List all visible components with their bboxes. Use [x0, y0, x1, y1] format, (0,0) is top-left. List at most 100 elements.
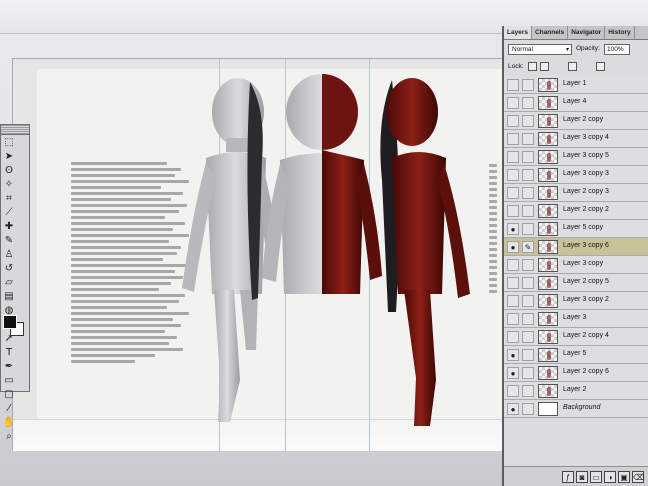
- visibility-eye-icon[interactable]: [507, 151, 519, 163]
- visibility-eye-icon[interactable]: [507, 205, 519, 217]
- move-icon[interactable]: ➤: [2, 150, 16, 164]
- adjustment-layer-icon[interactable]: ◑: [604, 471, 616, 483]
- tab-history[interactable]: History: [605, 26, 635, 39]
- visibility-eye-icon[interactable]: [507, 385, 519, 397]
- brush-icon[interactable]: ✎: [2, 234, 16, 248]
- magic-wand-icon[interactable]: ✧: [2, 178, 16, 192]
- visibility-eye-icon[interactable]: [507, 331, 519, 343]
- layer-row[interactable]: Layer 4: [504, 94, 648, 112]
- layer-row[interactable]: Layer 3 copy 5: [504, 148, 648, 166]
- tab-channels[interactable]: Channels: [532, 26, 569, 39]
- text-line: [71, 246, 181, 249]
- tools-palette-titlebar[interactable]: [1, 125, 29, 135]
- visibility-eye-icon[interactable]: [507, 313, 519, 325]
- tab-layers[interactable]: Layers: [504, 26, 532, 39]
- slice-icon[interactable]: ⟋: [2, 206, 16, 220]
- visibility-eye-icon[interactable]: ●: [507, 403, 519, 415]
- visibility-eye-icon[interactable]: ●: [507, 367, 519, 379]
- tab-navigator[interactable]: Navigator: [568, 26, 606, 39]
- layer-row[interactable]: Layer 1: [504, 76, 648, 94]
- link-brush-icon[interactable]: [522, 97, 534, 109]
- layer-row[interactable]: Layer 2 copy 4: [504, 328, 648, 346]
- tools-palette: ⬚➤ʘ✧⌗⟋✚✎♙↺▱▤◍◐➚T✒▭▢⁄✋⌕: [0, 124, 30, 442]
- layer-row[interactable]: ● Background: [504, 400, 648, 418]
- layer-row[interactable]: ● Layer 2 copy 6: [504, 364, 648, 382]
- link-brush-icon[interactable]: [522, 367, 534, 379]
- link-brush-icon[interactable]: [522, 169, 534, 181]
- link-brush-icon[interactable]: [522, 151, 534, 163]
- mask-icon[interactable]: ◙: [576, 471, 588, 483]
- visibility-eye-icon[interactable]: ●: [507, 349, 519, 361]
- new-layer-icon[interactable]: ▣: [618, 471, 630, 483]
- lasso-icon[interactable]: ʘ: [2, 164, 16, 178]
- marquee-icon[interactable]: ⬚: [2, 136, 16, 150]
- new-set-icon[interactable]: ▭: [590, 471, 602, 483]
- layer-row[interactable]: ● ✎ Layer 3 copy 6: [504, 238, 648, 256]
- link-brush-icon[interactable]: [522, 205, 534, 217]
- layer-row[interactable]: Layer 3 copy 3: [504, 166, 648, 184]
- visibility-eye-icon[interactable]: [507, 187, 519, 199]
- link-brush-icon[interactable]: [522, 133, 534, 145]
- link-brush-icon[interactable]: [522, 277, 534, 289]
- layer-row[interactable]: Layer 3: [504, 310, 648, 328]
- link-brush-icon[interactable]: [522, 79, 534, 91]
- text-line: [71, 204, 187, 207]
- link-brush-icon[interactable]: [522, 259, 534, 271]
- visibility-eye-icon[interactable]: [507, 133, 519, 145]
- eyedropper-icon[interactable]: ⁄: [2, 402, 16, 416]
- lock-position-checkbox[interactable]: [568, 62, 577, 71]
- pen-icon[interactable]: ✒: [2, 360, 16, 374]
- link-brush-icon[interactable]: [522, 331, 534, 343]
- link-brush-icon[interactable]: [522, 295, 534, 307]
- history-brush-icon[interactable]: ↺: [2, 262, 16, 276]
- layer-row[interactable]: Layer 3 copy: [504, 256, 648, 274]
- layer-row[interactable]: Layer 2 copy 2: [504, 202, 648, 220]
- lock-image-checkbox[interactable]: [540, 62, 549, 71]
- visibility-eye-icon[interactable]: [507, 97, 519, 109]
- layer-row[interactable]: Layer 3 copy 4: [504, 130, 648, 148]
- visibility-eye-icon[interactable]: ●: [507, 241, 519, 253]
- hand-icon[interactable]: ✋: [2, 416, 16, 430]
- opacity-input[interactable]: 100%: [604, 44, 630, 55]
- document-canvas[interactable]: [12, 58, 513, 451]
- layer-row[interactable]: ● Layer 5: [504, 346, 648, 364]
- thumbnail-mark: [547, 207, 551, 216]
- text-line: [489, 188, 497, 191]
- healing-icon[interactable]: ✚: [2, 220, 16, 234]
- visibility-eye-icon[interactable]: [507, 169, 519, 181]
- visibility-eye-icon[interactable]: [507, 295, 519, 307]
- layer-row[interactable]: Layer 2: [504, 382, 648, 400]
- visibility-eye-icon[interactable]: [507, 259, 519, 271]
- layer-row[interactable]: Layer 2 copy 5: [504, 274, 648, 292]
- layer-row[interactable]: Layer 3 copy 2: [504, 292, 648, 310]
- layer-row[interactable]: Layer 2 copy 3: [504, 184, 648, 202]
- visibility-eye-icon[interactable]: [507, 277, 519, 289]
- trash-icon[interactable]: ⌫: [632, 471, 644, 483]
- notes-icon[interactable]: ▢: [2, 388, 16, 402]
- type-icon[interactable]: T: [2, 346, 16, 360]
- visibility-eye-icon[interactable]: [507, 79, 519, 91]
- link-brush-icon[interactable]: [522, 385, 534, 397]
- gradient-icon[interactable]: ▤: [2, 290, 16, 304]
- shape-icon[interactable]: ▭: [2, 374, 16, 388]
- link-brush-icon[interactable]: [522, 403, 534, 415]
- visibility-eye-icon[interactable]: ●: [507, 223, 519, 235]
- crop-icon[interactable]: ⌗: [2, 192, 16, 206]
- visibility-eye-icon[interactable]: [507, 115, 519, 127]
- lock-transparency-checkbox[interactable]: [528, 62, 537, 71]
- link-brush-icon[interactable]: ✎: [522, 241, 534, 253]
- link-brush-icon[interactable]: [522, 115, 534, 127]
- layer-style-icon[interactable]: ƒ: [562, 471, 574, 483]
- stamp-icon[interactable]: ♙: [2, 248, 16, 262]
- layer-row[interactable]: ● Layer 5 copy: [504, 220, 648, 238]
- layer-row[interactable]: Layer 2 copy: [504, 112, 648, 130]
- link-brush-icon[interactable]: [522, 349, 534, 361]
- link-brush-icon[interactable]: [522, 223, 534, 235]
- link-brush-icon[interactable]: [522, 187, 534, 199]
- foreground-color-swatch[interactable]: [3, 315, 17, 329]
- zoom-icon[interactable]: ⌕: [2, 430, 16, 444]
- eraser-icon[interactable]: ▱: [2, 276, 16, 290]
- lock-all-checkbox[interactable]: [596, 62, 605, 71]
- link-brush-icon[interactable]: [522, 313, 534, 325]
- blend-mode-select[interactable]: Normal ▾: [508, 44, 572, 55]
